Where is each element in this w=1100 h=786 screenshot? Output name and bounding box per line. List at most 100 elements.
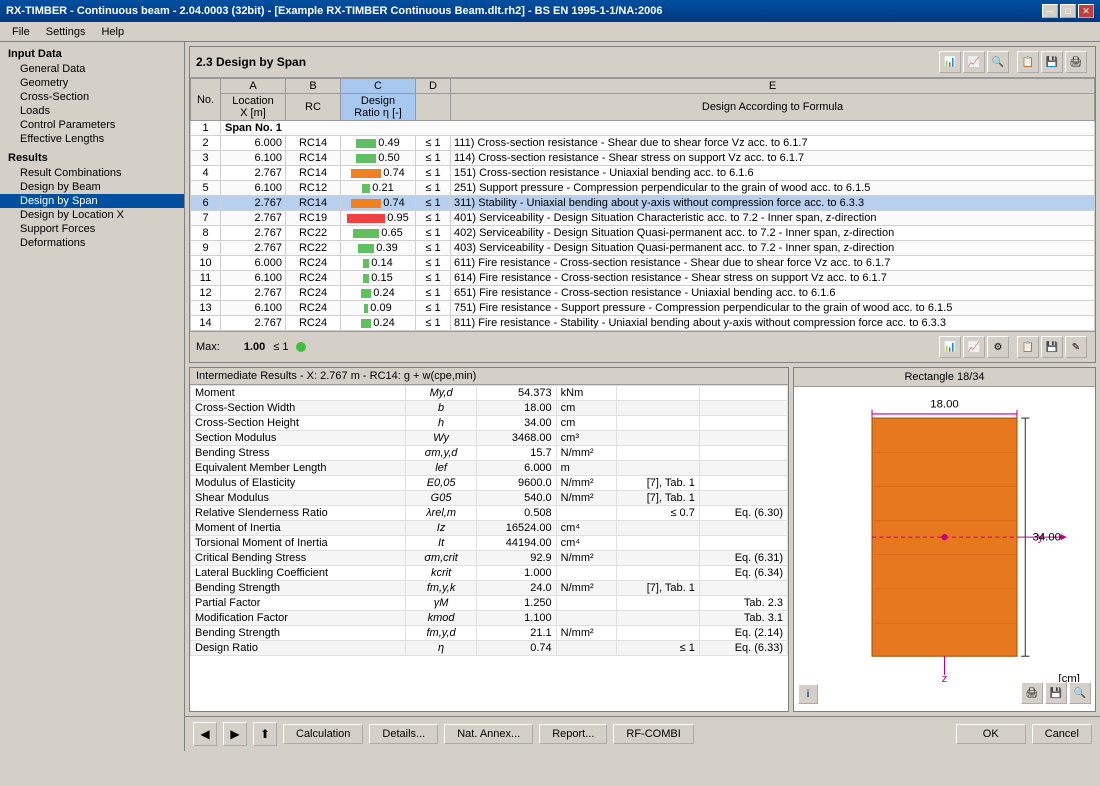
diagram-panel: Rectangle 18/34 18.00 <box>793 367 1096 712</box>
row-ratio: 0.74 <box>341 196 416 211</box>
details-button[interactable]: Details... <box>369 724 438 744</box>
section-title: 2.3 Design by Span <box>196 55 306 69</box>
int-row-name: Equivalent Member Length <box>191 461 406 476</box>
max-icon-6[interactable]: ✎ <box>1065 336 1087 358</box>
sidebar-item-result-combinations[interactable]: Result Combinations <box>0 166 184 180</box>
toolbar-icon-1[interactable]: 📊 <box>939 51 961 73</box>
row-rc: RC24 <box>286 316 341 331</box>
row-no: 13 <box>191 301 221 316</box>
menu-settings[interactable]: Settings <box>38 24 94 40</box>
max-row: Max: 1.00 ≤ 1 📊 📈 ⚙ 📋 💾 ✎ <box>190 331 1095 362</box>
table-row[interactable]: 4 2.767 RC14 0.74 ≤ 1 151) Cross-section… <box>191 166 1095 181</box>
sidebar-item-general-data[interactable]: General Data <box>0 62 184 76</box>
intermediate-row: Cross-Section Width b 18.00 cm <box>191 401 788 416</box>
max-icon-1[interactable]: 📊 <box>939 336 961 358</box>
intermediate-scroll[interactable]: Moment My,d 54.373 kNm Cross-Section Wid… <box>190 385 788 711</box>
row-rc: RC14 <box>286 196 341 211</box>
int-row-value: 34.00 <box>477 416 556 431</box>
col-sub-design: DesignRatio η [-] <box>341 94 416 121</box>
nav-fwd-btn[interactable]: ▶ <box>223 722 247 746</box>
table-row[interactable]: 1 Span No. 1 <box>191 121 1095 136</box>
max-icon-3[interactable]: ⚙ <box>987 336 1009 358</box>
cancel-button[interactable]: Cancel <box>1032 724 1092 744</box>
minimize-button[interactable]: ─ <box>1042 4 1058 18</box>
table-row[interactable]: 8 2.767 RC22 0.65 ≤ 1 402) Serviceabilit… <box>191 226 1095 241</box>
row-x: 2.767 <box>221 166 286 181</box>
intermediate-row: Torsional Moment of Inertia It 44194.00 … <box>191 536 788 551</box>
table-row[interactable]: 7 2.767 RC19 0.95 ≤ 1 401) Serviceabilit… <box>191 211 1095 226</box>
table-row[interactable]: 5 6.100 RC12 0.21 ≤ 1 251) Support press… <box>191 181 1095 196</box>
info-button[interactable]: i <box>798 684 818 704</box>
toolbar-icons: 📊 📈 🔍 📋 💾 🖨 <box>937 49 1089 75</box>
title-bar: RX-TIMBER - Continuous beam - 2.04.0003 … <box>0 0 1100 22</box>
int-row-value: 1.100 <box>477 611 556 626</box>
nav-up-btn[interactable]: ⬆ <box>253 722 277 746</box>
table-row[interactable]: 2 6.000 RC14 0.49 ≤ 1 111) Cross-section… <box>191 136 1095 151</box>
report-button[interactable]: Report... <box>539 724 607 744</box>
row-formula: 311) Stability - Uniaxial bending about … <box>451 196 1095 211</box>
sidebar-item-geometry[interactable]: Geometry <box>0 76 184 90</box>
sidebar-item-design-by-location[interactable]: Design by Location X <box>0 208 184 222</box>
max-icon-2[interactable]: 📈 <box>963 336 985 358</box>
int-row-extra <box>699 491 787 506</box>
diagram-btn-2[interactable]: 💾 <box>1045 682 1067 704</box>
menu-help[interactable]: Help <box>93 24 132 40</box>
table-row[interactable]: 11 6.100 RC24 0.15 ≤ 1 614) Fire resista… <box>191 271 1095 286</box>
menu-file[interactable]: File <box>4 24 38 40</box>
toolbar-icon-6[interactable]: 🖨 <box>1065 51 1087 73</box>
sidebar-item-design-by-beam[interactable]: Design by Beam <box>0 180 184 194</box>
toolbar-icon-2[interactable]: 📈 <box>963 51 985 73</box>
row-rc: RC14 <box>286 166 341 181</box>
int-row-ref <box>617 551 700 566</box>
int-row-symbol: My,d <box>405 386 477 401</box>
row-le: ≤ 1 <box>416 301 451 316</box>
int-row-unit: N/mm² <box>556 476 617 491</box>
sidebar-item-support-forces[interactable]: Support Forces <box>0 222 184 236</box>
max-icon-5[interactable]: 💾 <box>1041 336 1063 358</box>
int-row-symbol: Wy <box>405 431 477 446</box>
table-row[interactable]: 13 6.100 RC24 0.09 ≤ 1 751) Fire resista… <box>191 301 1095 316</box>
int-row-ref <box>617 431 700 446</box>
diagram-height-label: 34.00 <box>1033 531 1061 543</box>
table-row[interactable]: 3 6.100 RC14 0.50 ≤ 1 114) Cross-section… <box>191 151 1095 166</box>
max-label: Max: <box>196 341 220 353</box>
int-row-ref <box>617 566 700 581</box>
toolbar-icon-5[interactable]: 💾 <box>1041 51 1063 73</box>
int-row-name: Torsional Moment of Inertia <box>191 536 406 551</box>
toolbar-icon-4[interactable]: 📋 <box>1017 51 1039 73</box>
nat-annex-button[interactable]: Nat. Annex... <box>444 724 533 744</box>
calculation-button[interactable]: Calculation <box>283 724 363 744</box>
table-row[interactable]: 14 2.767 RC24 0.24 ≤ 1 811) Fire resista… <box>191 316 1095 331</box>
int-row-unit: N/mm² <box>556 551 617 566</box>
sidebar-item-cross-section[interactable]: Cross-Section <box>0 90 184 104</box>
col-header-a: A <box>221 79 286 94</box>
sidebar-item-design-by-span[interactable]: Design by Span <box>0 194 184 208</box>
int-row-unit: N/mm² <box>556 491 617 506</box>
sidebar-item-effective-lengths[interactable]: Effective Lengths <box>0 132 184 146</box>
table-row[interactable]: 9 2.767 RC22 0.39 ≤ 1 403) Serviceabilit… <box>191 241 1095 256</box>
int-row-value: 3468.00 <box>477 431 556 446</box>
table-row[interactable]: 10 6.000 RC24 0.14 ≤ 1 611) Fire resista… <box>191 256 1095 271</box>
rf-combi-button[interactable]: RF-COMBI <box>613 724 693 744</box>
intermediate-row: Equivalent Member Length lef 6.000 m <box>191 461 788 476</box>
table-row[interactable]: 6 2.767 RC14 0.74 ≤ 1 311) Stability - U… <box>191 196 1095 211</box>
nav-back-btn[interactable]: ◀ <box>193 722 217 746</box>
row-le: ≤ 1 <box>416 166 451 181</box>
maximize-button[interactable]: □ <box>1060 4 1076 18</box>
ok-button[interactable]: OK <box>956 724 1026 744</box>
int-row-unit: cm⁴ <box>556 521 617 536</box>
table-row[interactable]: 12 2.767 RC24 0.24 ≤ 1 651) Fire resista… <box>191 286 1095 301</box>
max-icon-4[interactable]: 📋 <box>1017 336 1039 358</box>
int-row-symbol: fm,y,d <box>405 626 477 641</box>
int-row-symbol: G05 <box>405 491 477 506</box>
intermediate-row: Modification Factor kmod 1.100 Tab. 3.1 <box>191 611 788 626</box>
diagram-btn-3[interactable]: 🔍 <box>1069 682 1091 704</box>
sidebar-item-deformations[interactable]: Deformations <box>0 236 184 250</box>
sidebar-item-control-parameters[interactable]: Control Parameters <box>0 118 184 132</box>
close-button[interactable]: ✕ <box>1078 4 1094 18</box>
diagram-btn-1[interactable]: 🖨 <box>1021 682 1043 704</box>
row-x: 6.100 <box>221 271 286 286</box>
toolbar-icon-3[interactable]: 🔍 <box>987 51 1009 73</box>
int-row-unit <box>556 596 617 611</box>
sidebar-item-loads[interactable]: Loads <box>0 104 184 118</box>
